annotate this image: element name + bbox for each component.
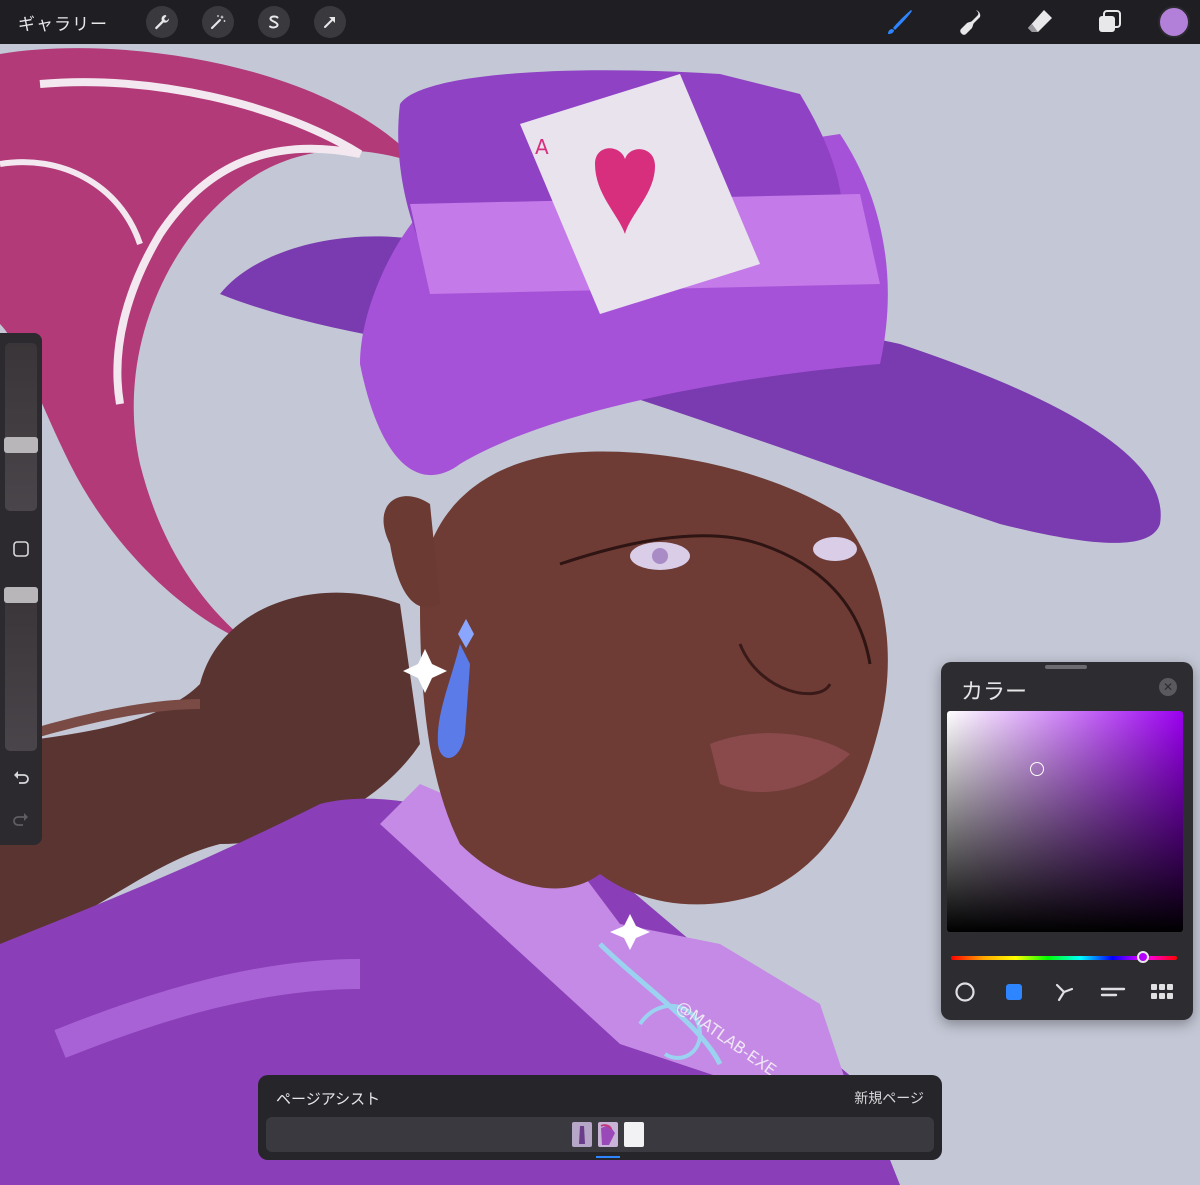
disc-icon[interactable] xyxy=(949,976,981,1008)
new-page-button[interactable]: 新規ページ xyxy=(854,1088,924,1108)
active-page-indicator xyxy=(596,1156,620,1158)
color-panel-title: カラー xyxy=(961,680,1028,705)
color-mode-tabs xyxy=(941,976,1193,1008)
opacity-thumb[interactable] xyxy=(4,587,38,603)
undo-icon[interactable] xyxy=(8,765,34,791)
brush-size-thumb[interactable] xyxy=(4,437,38,453)
value-icon[interactable] xyxy=(1097,976,1129,1008)
page-thumb-2[interactable] xyxy=(598,1122,618,1147)
selection-s-icon[interactable] xyxy=(258,6,290,38)
page-thumb-3[interactable] xyxy=(624,1122,644,1147)
layers-icon[interactable] xyxy=(1090,2,1130,42)
active-color-swatch[interactable] xyxy=(1158,6,1190,38)
panel-grabber[interactable] xyxy=(1045,665,1087,669)
brush-size-slider[interactable] xyxy=(5,343,37,511)
page-thumbnail-strip xyxy=(266,1117,934,1158)
square-icon[interactable] xyxy=(11,539,31,559)
smudge-icon[interactable] xyxy=(950,2,990,42)
redo-icon[interactable] xyxy=(8,807,34,833)
toolbar-right-group xyxy=(850,0,1200,44)
gallery-button[interactable]: ギャラリー xyxy=(18,10,108,35)
eraser-icon[interactable] xyxy=(1020,2,1060,42)
magic-wand-icon[interactable] xyxy=(202,6,234,38)
close-icon[interactable]: ✕ xyxy=(1159,678,1177,696)
color-panel: カラー ✕ xyxy=(941,662,1193,1020)
page-assist-title: ページアシスト xyxy=(276,1090,381,1108)
page-assist-panel: ページアシスト 新規ページ xyxy=(258,1075,942,1160)
left-sidebar xyxy=(0,333,42,845)
wrench-icon[interactable] xyxy=(146,6,178,38)
page-thumb-1[interactable] xyxy=(572,1122,592,1147)
svg-text:A: A xyxy=(535,135,549,159)
harmony-icon[interactable] xyxy=(1048,976,1080,1008)
transform-arrow-icon[interactable] xyxy=(314,6,346,38)
opacity-slider[interactable] xyxy=(5,591,37,751)
top-toolbar: ギャラリー xyxy=(0,0,1200,44)
saturation-brightness-picker[interactable] xyxy=(947,711,1183,932)
color-picker-cursor[interactable] xyxy=(1030,762,1044,776)
hue-slider-thumb[interactable] xyxy=(1137,951,1149,963)
brush-icon[interactable] xyxy=(880,2,920,42)
palettes-icon[interactable] xyxy=(1146,976,1178,1008)
classic-icon[interactable] xyxy=(998,976,1030,1008)
